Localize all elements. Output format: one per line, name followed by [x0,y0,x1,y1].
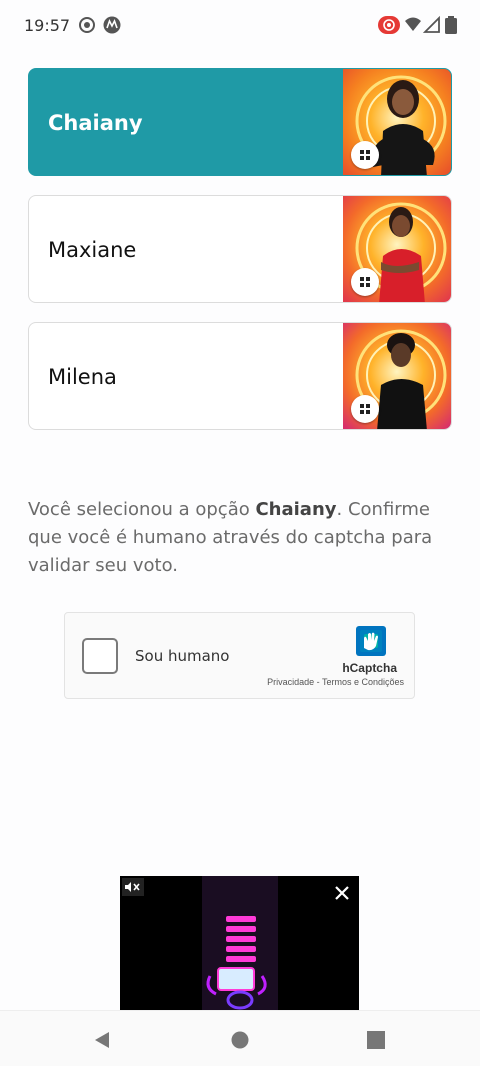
screen-record-icon [378,16,400,34]
status-bar: 19:57 [0,0,480,50]
expand-photo-icon[interactable] [351,268,379,296]
option-photo [343,69,451,175]
captcha-label: Sou humano [135,647,230,665]
motorola-icon [103,16,121,34]
option-card-milena[interactable]: Milena [28,322,452,430]
option-card-chaiany[interactable]: Chaiany [28,68,452,176]
recents-icon[interactable] [365,1029,387,1051]
expand-photo-icon[interactable] [351,141,379,169]
status-time: 19:57 [24,16,71,35]
record-icon [79,17,95,33]
ad-video[interactable] [120,876,359,1010]
option-card-maxiane[interactable]: Maxiane [28,195,452,303]
navigation-bar [0,1010,480,1066]
mute-icon[interactable] [122,878,144,896]
signal-icon [423,16,440,33]
hcaptcha-logo-icon [356,626,386,656]
ad-video-frame [202,876,278,1010]
option-name: Milena [48,365,117,389]
option-photo [343,323,451,429]
captcha-brand: hCaptcha [342,661,397,675]
captcha-checkbox[interactable] [82,638,118,674]
wifi-icon [405,17,421,31]
selected-option: Chaiany [255,499,337,520]
option-name: Maxiane [48,238,137,262]
selection-message: Você selecionou a opção Chaiany. Confirm… [28,496,454,580]
option-name: Chaiany [48,111,143,135]
home-icon[interactable] [229,1029,251,1051]
close-icon[interactable] [333,884,351,902]
battery-icon [445,16,457,34]
expand-photo-icon[interactable] [351,395,379,423]
captcha-links[interactable]: Privacidade - Termos e Condições [267,677,404,687]
option-photo [343,196,451,302]
hcaptcha-widget: Sou humano hCaptcha Privacidade - Termos… [64,612,415,699]
vote-options: Chaiany Maxiane Milena [28,68,452,449]
message-prefix: Você selecionou a opção [28,499,256,520]
back-icon[interactable] [91,1029,113,1051]
